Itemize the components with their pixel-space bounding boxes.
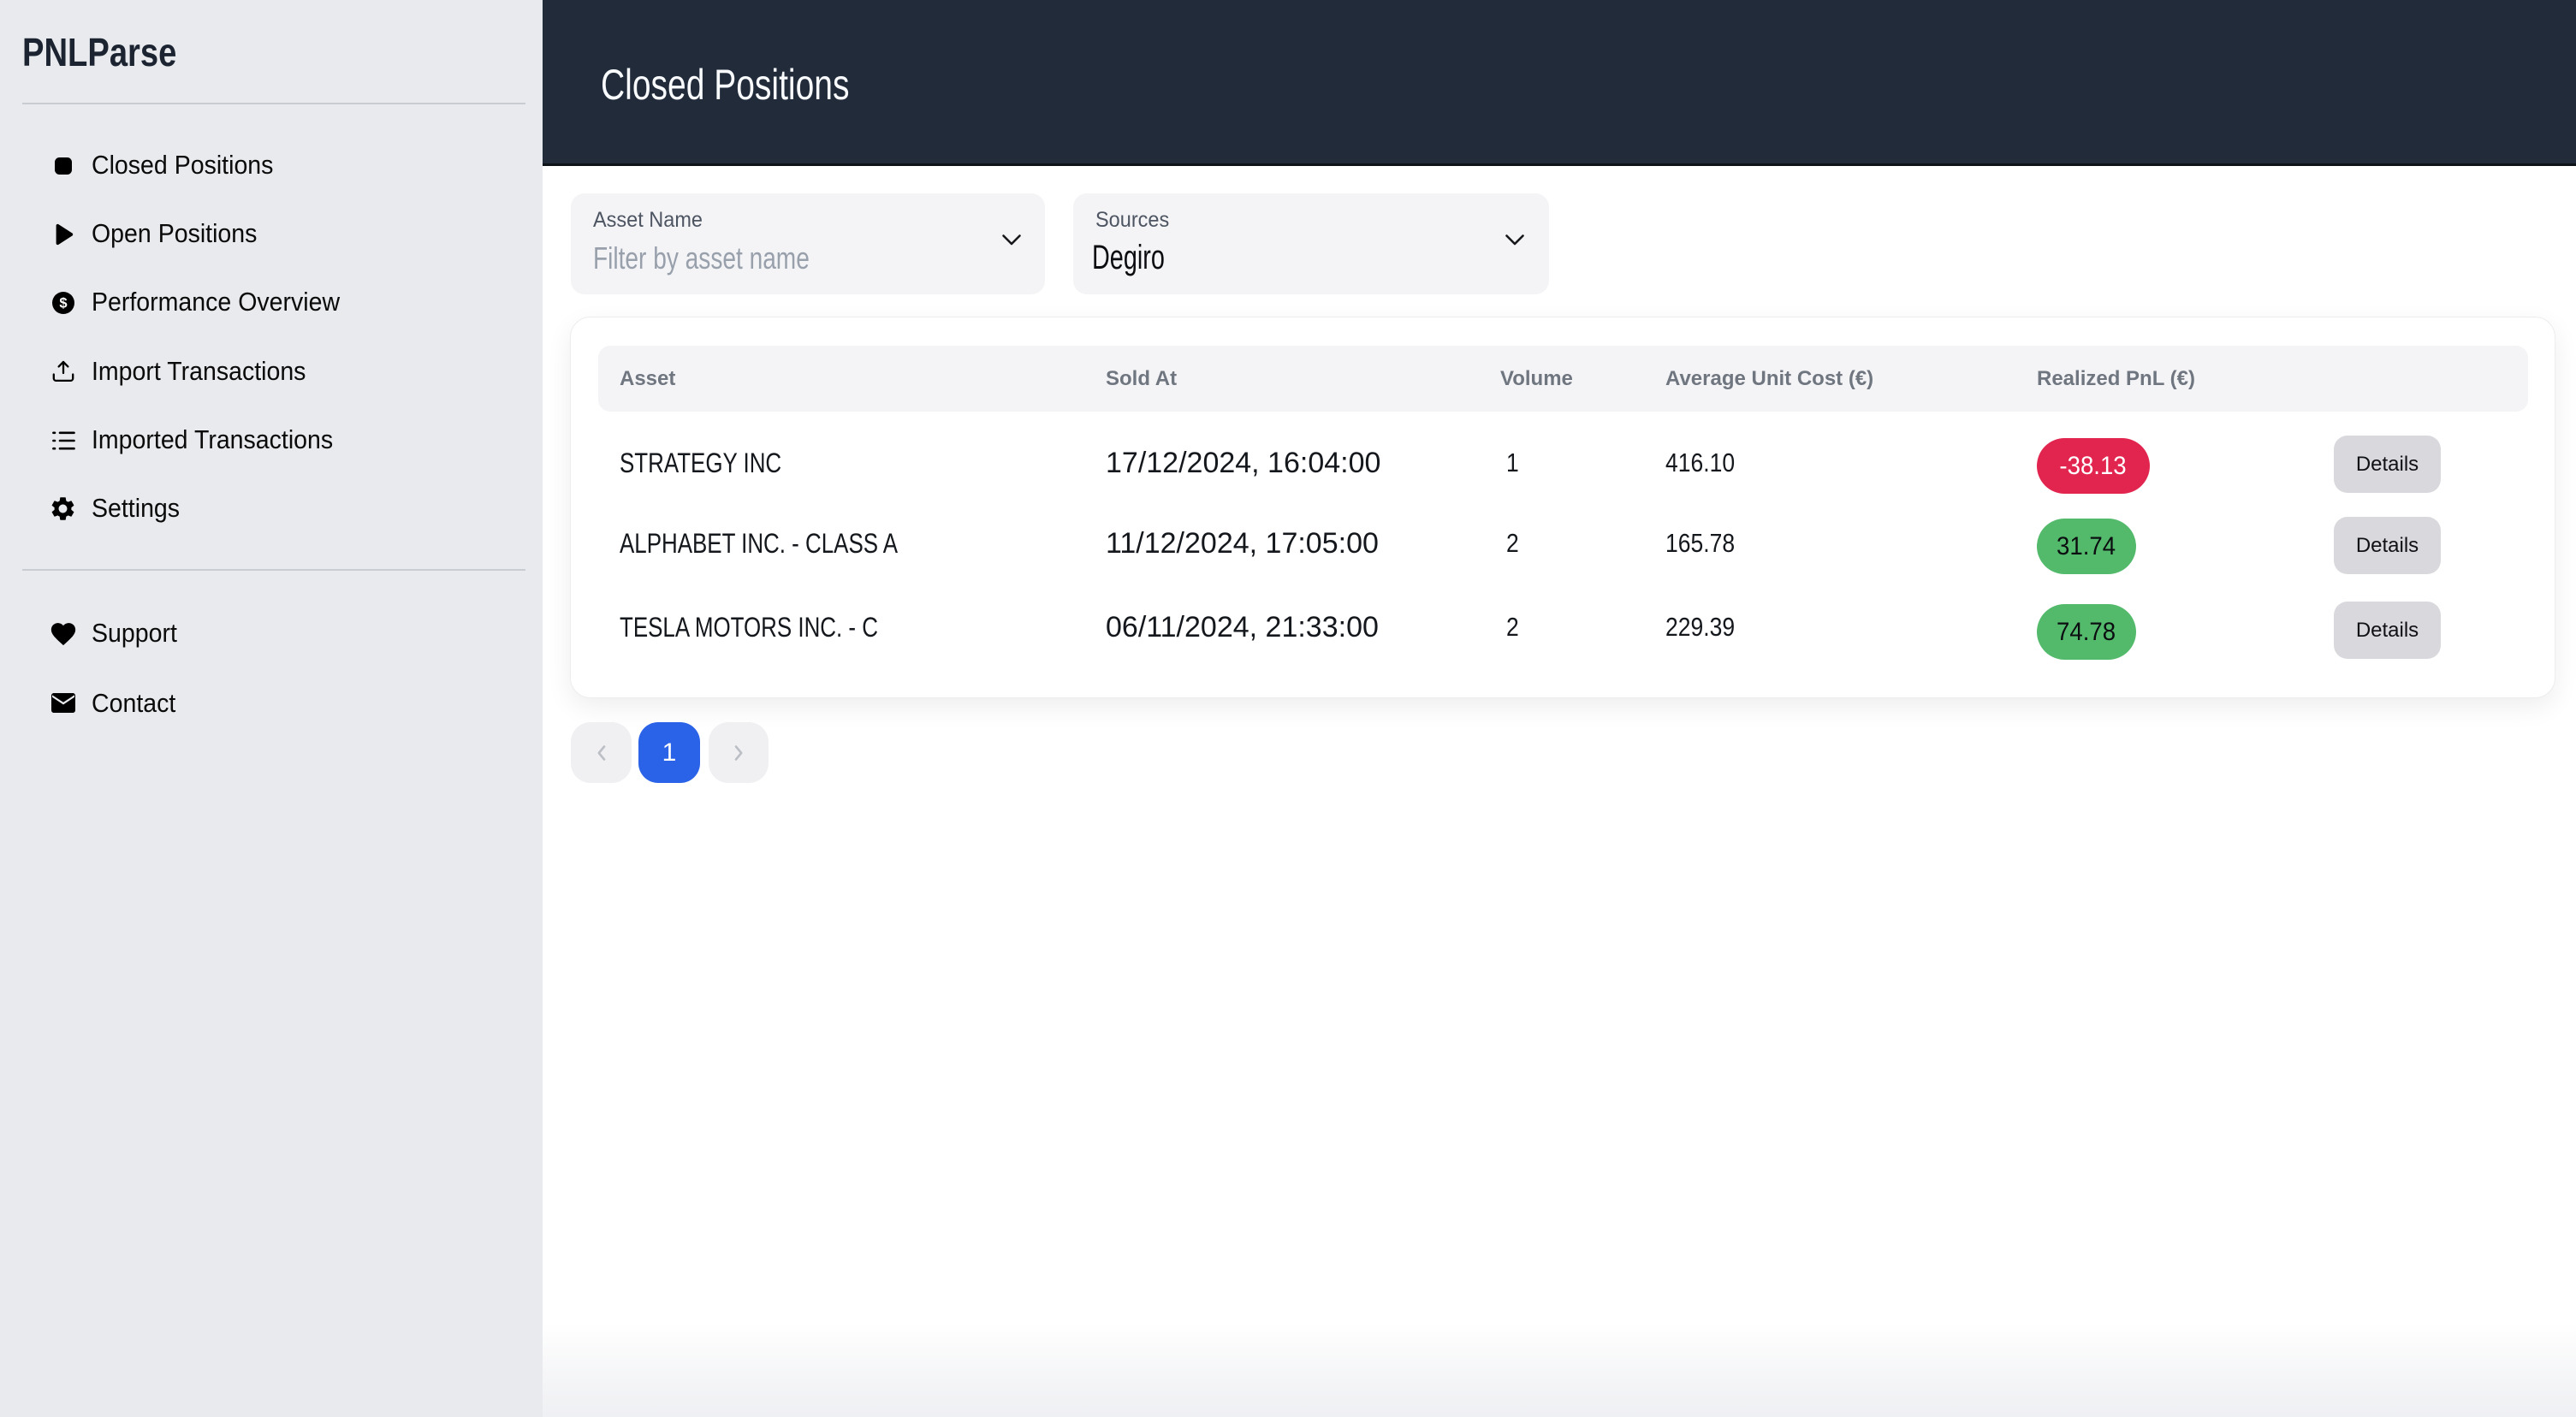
- svg-text:$: $: [59, 296, 67, 311]
